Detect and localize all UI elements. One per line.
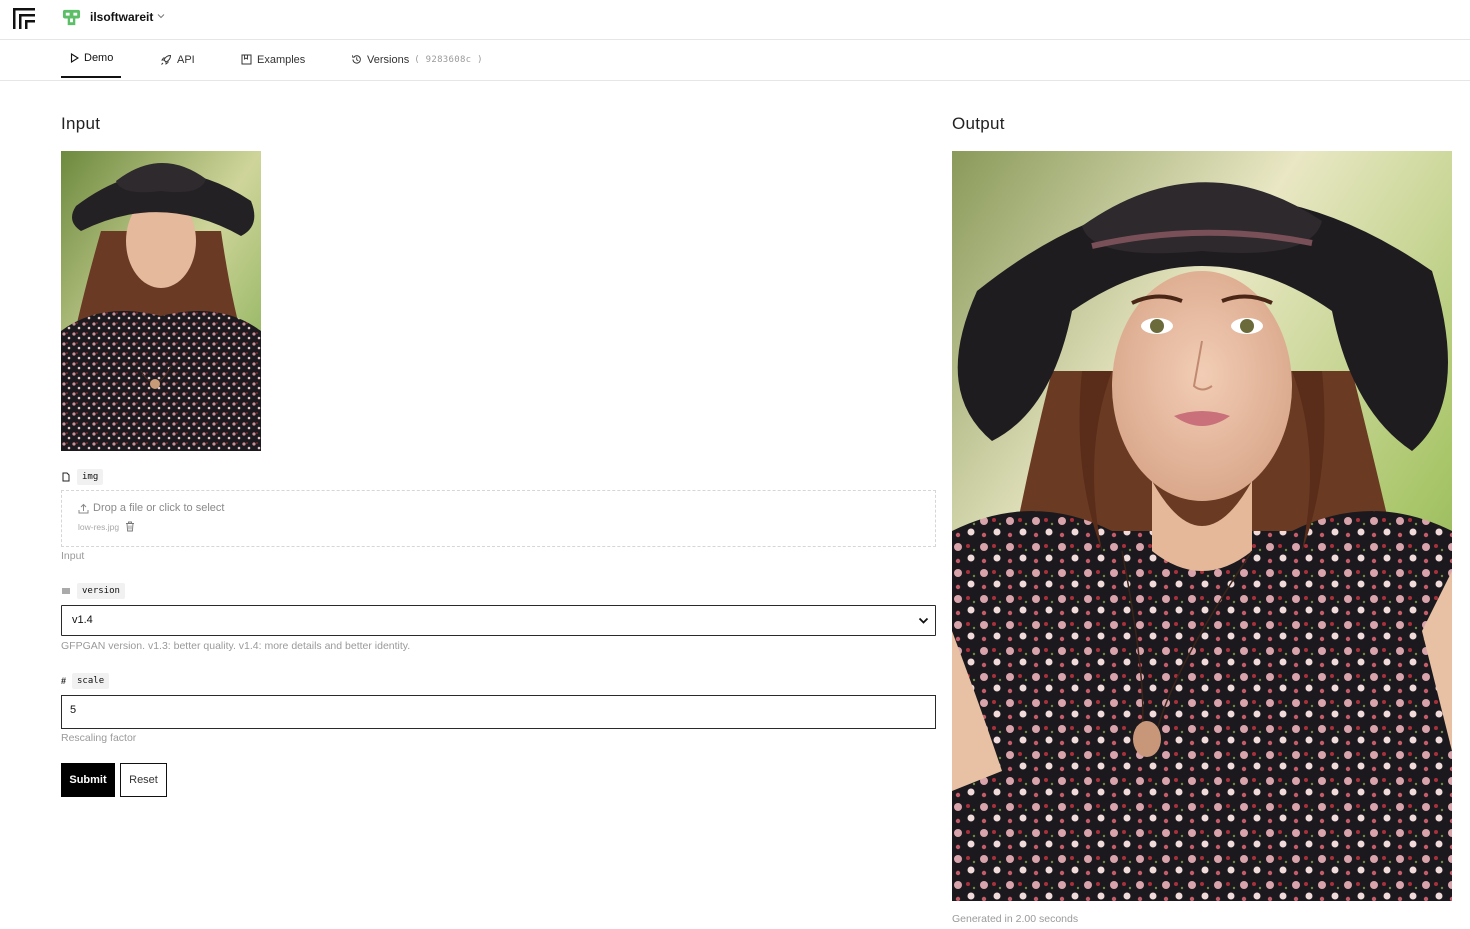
generation-time: Generated in 2.00 seconds xyxy=(952,913,1079,925)
version-field-name: version xyxy=(77,583,125,599)
org-avatar[interactable] xyxy=(62,8,81,27)
img-description: Input xyxy=(61,550,85,562)
version-select[interactable]: v1.4 xyxy=(61,605,936,636)
submit-button[interactable]: Submit xyxy=(61,763,115,797)
trash-icon[interactable] xyxy=(125,521,135,532)
top-bar: ilsoftwareit xyxy=(0,0,1470,40)
version-selected-value: v1.4 xyxy=(72,614,93,626)
tab-examples-label: Examples xyxy=(257,53,306,66)
play-icon xyxy=(70,53,79,63)
hash-icon: # xyxy=(61,676,67,686)
reset-button[interactable]: Reset xyxy=(120,763,167,797)
chevron-down-icon xyxy=(918,617,929,624)
list-icon xyxy=(62,588,70,594)
upload-icon xyxy=(78,503,89,513)
dropzone-text: Drop a file or click to select xyxy=(93,502,225,514)
input-image xyxy=(61,151,261,451)
tab-versions-label: Versions xyxy=(367,53,410,66)
tab-api[interactable]: API xyxy=(160,40,195,79)
tab-bar: Demo API Examples Versions ( 9283608c ) xyxy=(0,40,1470,81)
output-title: Output xyxy=(952,114,1005,133)
bookmark-icon xyxy=(241,54,252,65)
selected-file: low-res.jpg xyxy=(78,521,135,532)
file-name: low-res.jpg xyxy=(78,521,120,532)
history-icon xyxy=(352,55,361,64)
scale-description: Rescaling factor xyxy=(61,732,137,744)
tab-api-label: API xyxy=(177,53,195,66)
output-image[interactable] xyxy=(952,151,1452,901)
tab-versions[interactable]: Versions ( 9283608c ) xyxy=(351,40,483,79)
tab-demo[interactable]: Demo xyxy=(61,40,121,78)
img-field-name: img xyxy=(77,469,104,485)
tab-examples[interactable]: Examples xyxy=(241,40,305,79)
version-field-label: version xyxy=(61,583,125,599)
replicate-logo-icon[interactable] xyxy=(12,6,36,30)
chevron-down-icon[interactable] xyxy=(156,11,166,21)
dropzone-prompt[interactable]: Drop a file or click to select xyxy=(78,502,224,514)
file-dropzone[interactable]: Drop a file or click to select low-res.j… xyxy=(61,490,936,547)
img-field-label: img xyxy=(61,469,104,485)
version-hash: ( 9283608c ) xyxy=(414,54,483,65)
version-description: GFPGAN version. v1.3: better quality. v1… xyxy=(61,640,411,652)
scale-input-box[interactable] xyxy=(61,695,936,729)
org-name[interactable]: ilsoftwareit xyxy=(90,10,153,24)
rocket-icon xyxy=(161,54,172,65)
tab-demo-label: Demo xyxy=(84,52,114,64)
scale-field-name: scale xyxy=(72,673,110,689)
scale-field-label: # scale xyxy=(61,673,110,689)
input-title: Input xyxy=(61,114,101,133)
file-icon xyxy=(62,472,70,482)
scale-input[interactable] xyxy=(70,704,910,716)
